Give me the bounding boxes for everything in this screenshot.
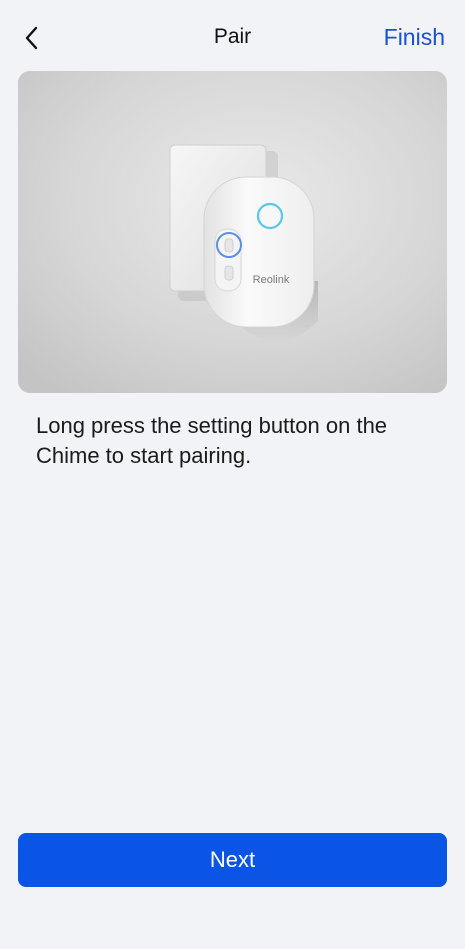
instruction-text: Long press the setting button on the Chi… [36,413,388,468]
chime-device-image: Reolink [18,71,447,393]
finish-button[interactable]: Finish [384,24,445,51]
next-button[interactable]: Next [18,833,447,887]
device-brand-text: Reolink [253,274,290,286]
chime-illustration: Reolink [18,71,447,393]
pairing-screen: Pair Finish Reolink Long press the setti… [0,0,465,949]
navigation-bar: Pair Finish [0,0,465,72]
